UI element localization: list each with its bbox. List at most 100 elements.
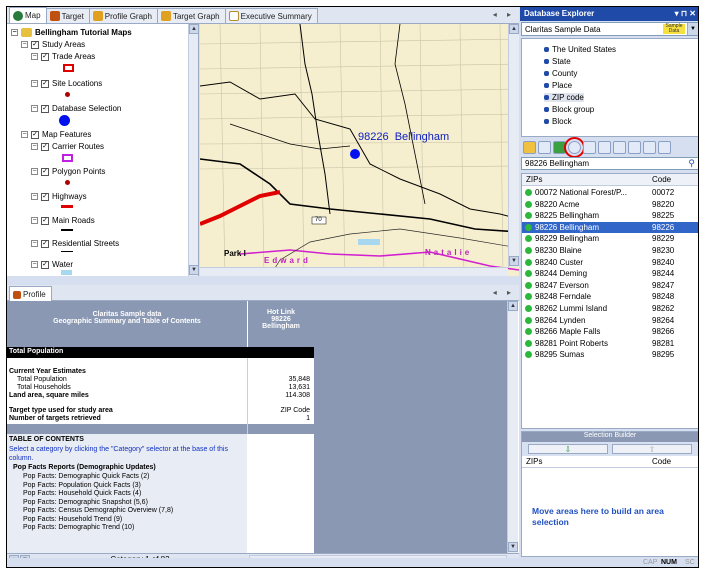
scroll-down-button[interactable]: ▼ [189, 265, 198, 275]
zip-row[interactable]: 98248 Ferndale 98248 [522, 291, 698, 302]
collapse-toggle[interactable]: − [21, 41, 28, 48]
collapse-toggle[interactable]: − [31, 53, 38, 60]
zoom-icon[interactable] [538, 141, 551, 154]
collapse-toggle[interactable]: − [31, 168, 38, 175]
collapse-toggle[interactable]: − [31, 80, 38, 87]
sort-desc-icon[interactable] [613, 141, 626, 154]
tab-profile[interactable]: Profile [9, 286, 52, 302]
toc-item[interactable]: Pop Facts: Census Demographic Overview (… [23, 507, 173, 516]
tab-scroll-arrows[interactable]: ◂ ▸ [493, 10, 515, 19]
toc-item[interactable]: Pop Facts: Household Trend (9) [23, 516, 173, 525]
collapse-toggle[interactable]: − [31, 193, 38, 200]
zip-row[interactable]: 98230 Blaine 98230 [522, 245, 698, 256]
selection-drop-area[interactable]: Move areas here to build an area selecti… [522, 468, 698, 556]
tree-item-database-selection[interactable]: − ✓ Database Selection [31, 104, 121, 113]
zip-row[interactable]: 98264 Lynden 98264 [522, 315, 698, 326]
zip-row[interactable]: 98225 Bellingham 98225 [522, 210, 698, 221]
zip-row[interactable]: 98244 Deming 98244 [522, 268, 698, 279]
layer-checkbox[interactable]: ✓ [41, 104, 49, 113]
collapse-toggle[interactable]: − [31, 261, 38, 268]
chart-icon[interactable] [583, 141, 596, 154]
map-vscroll[interactable]: ▲ ▼ [508, 24, 519, 267]
zip-row[interactable]: 98220 Acme 98220 [522, 199, 698, 210]
tree-item-carrier-routes[interactable]: − ✓ Carrier Routes [31, 142, 104, 151]
search-input[interactable]: 98226 Bellingham ⚲ [521, 157, 698, 170]
zip-row[interactable]: 00072 National Forest/P... 00072 [522, 187, 698, 198]
toc-item[interactable]: Pop Facts: Household Quick Facts (4) [23, 490, 173, 499]
geo-item[interactable]: Block [544, 117, 572, 126]
layer-checkbox[interactable]: ✓ [41, 167, 49, 176]
toc-item[interactable]: Pop Facts: Demographic Quick Facts (2) [23, 473, 173, 482]
panel-controls[interactable]: ▾ ⊓ ✕ [675, 9, 696, 18]
toc-item[interactable]: Pop Facts: Population Quick Facts (3) [23, 482, 173, 491]
tab-target-graph[interactable]: Target Graph [156, 8, 226, 23]
zip-row[interactable]: 98229 Bellingham 98229 [522, 233, 698, 244]
home-icon[interactable] [523, 141, 536, 154]
scroll-down-button[interactable]: ▼ [509, 256, 519, 266]
tree-root[interactable]: − Bellingham Tutorial Maps [11, 28, 132, 37]
layer-checkbox[interactable]: ✓ [41, 239, 49, 248]
search-icon[interactable]: ⚲ [688, 158, 695, 169]
geo-item[interactable]: Place [544, 81, 572, 90]
layer-checkbox[interactable]: ✓ [31, 130, 39, 139]
layer-checkbox[interactable]: ✓ [41, 216, 49, 225]
scroll-up-button[interactable]: ▲ [189, 24, 198, 34]
layer-checkbox[interactable]: ✓ [41, 142, 49, 151]
tree-item-water[interactable]: − ✓ Water [31, 260, 73, 269]
collapse-toggle[interactable]: − [31, 240, 38, 247]
collapse-toggle[interactable]: − [31, 143, 38, 150]
collapse-toggle[interactable]: − [31, 105, 38, 112]
layer-checkbox[interactable]: ✓ [41, 192, 49, 201]
geo-item[interactable]: County [544, 69, 577, 78]
zip-row[interactable]: 98226 Bellingham 98226 [522, 221, 698, 233]
export-icon[interactable] [658, 141, 671, 154]
database-combo[interactable]: Claritas Sample Data Sample Data ▼ [521, 22, 698, 36]
globe-icon[interactable] [553, 141, 566, 154]
scroll-up-button[interactable]: ▲ [509, 24, 519, 34]
profile-scroll-arrows[interactable]: ◂ ▸ [493, 288, 515, 297]
column-header-code[interactable]: Code [652, 175, 671, 184]
grid-icon[interactable] [643, 141, 656, 154]
layer-checkbox[interactable]: ✓ [41, 79, 49, 88]
map-select-icon[interactable] [564, 137, 585, 158]
column-header-code[interactable]: Code [652, 457, 671, 466]
add-to-selection-button[interactable]: ⇩ [528, 444, 608, 454]
remove-from-selection-button[interactable]: ⇧ [612, 444, 692, 454]
zip-row[interactable]: 98281 Point Roberts 98281 [522, 338, 698, 349]
geo-item[interactable]: Block group [544, 105, 594, 114]
tree-item-highways[interactable]: − ✓ Highways [31, 192, 87, 201]
column-header-zips[interactable]: ZIPs [526, 175, 542, 184]
layer-checkbox[interactable]: ✓ [41, 260, 49, 269]
toc-item[interactable]: Pop Facts: Demographic Snapshot (5,6) [23, 499, 173, 508]
tree-item-polygon-points[interactable]: − ✓ Polygon Points [31, 167, 105, 176]
profile-vscroll[interactable]: ▲ ▼ [507, 301, 518, 553]
sort-asc-icon[interactable] [598, 141, 611, 154]
chevron-down-icon[interactable]: ▼ [687, 23, 698, 35]
collapse-toggle[interactable]: − [31, 217, 38, 224]
scroll-up-button[interactable]: ▲ [508, 301, 518, 311]
map-canvas[interactable]: 98226 Bellingham 70 Park I Edward Natali… [200, 24, 519, 276]
tree-item-site-locations[interactable]: − ✓ Site Locations [31, 79, 102, 88]
geo-item[interactable]: State [544, 57, 571, 66]
tab-executive-summary[interactable]: Executive Summary [224, 8, 318, 23]
geo-item[interactable]: The United States [544, 45, 616, 54]
column-header-zips[interactable]: ZIPs [526, 457, 542, 466]
tree-item-trade-areas[interactable]: − ✓ Trade Areas [31, 52, 95, 61]
scroll-down-button[interactable]: ▼ [508, 542, 518, 552]
zip-row[interactable]: 98240 Custer 98240 [522, 257, 698, 268]
tree-item-main-roads[interactable]: − ✓ Main Roads [31, 216, 95, 225]
tree-item-residential-streets[interactable]: − ✓ Residential Streets [31, 239, 119, 248]
tree-item-map-features[interactable]: − ✓ Map Features [21, 130, 91, 139]
zip-row[interactable]: 98262 Lummi Island 98262 [522, 303, 698, 314]
layer-checkbox[interactable]: ✓ [31, 40, 39, 49]
tab-profile-graph[interactable]: Profile Graph [88, 8, 158, 23]
tree-scrollbar[interactable]: ▲ ▼ [188, 24, 198, 276]
zip-row[interactable]: 98266 Maple Falls 98266 [522, 326, 698, 337]
list-icon[interactable] [628, 141, 641, 154]
geo-item-selected[interactable]: ZIP code [544, 93, 584, 102]
collapse-toggle[interactable]: − [11, 29, 18, 36]
zip-row[interactable]: 98247 Everson 98247 [522, 280, 698, 291]
hot-link-header[interactable]: Hot Link 98226 Bellingham [248, 301, 314, 347]
tab-target[interactable]: Target [45, 8, 90, 23]
zip-row[interactable]: 98295 Sumas 98295 [522, 349, 698, 360]
